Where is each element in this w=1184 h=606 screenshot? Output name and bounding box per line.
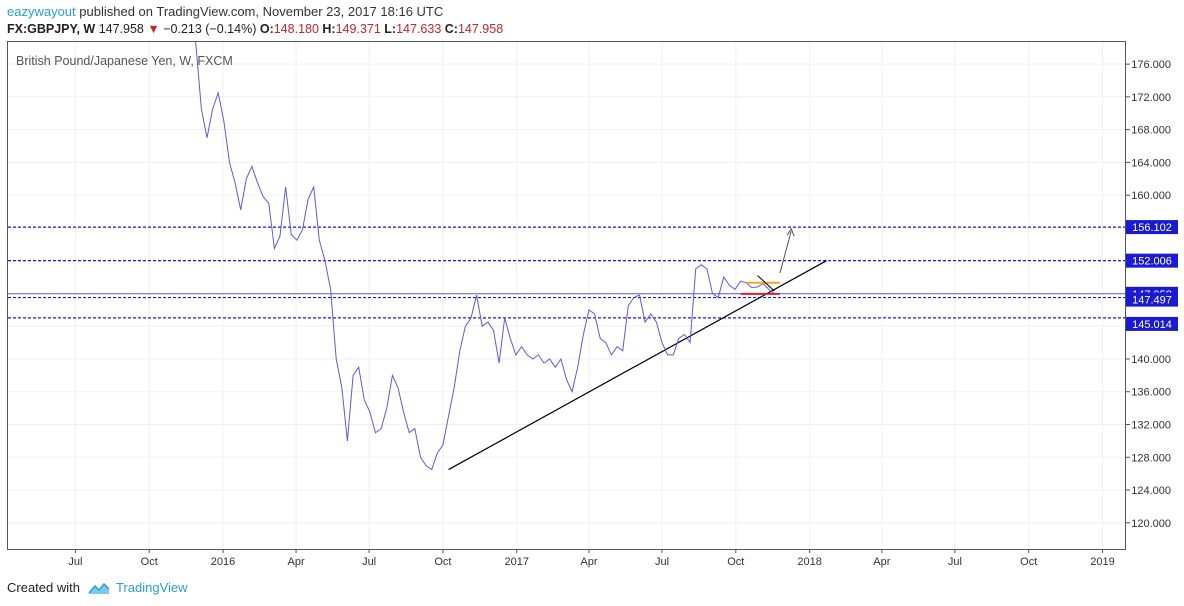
price-level-label: 147.497 xyxy=(1132,295,1172,307)
trend-line xyxy=(448,260,827,471)
price-series-line xyxy=(194,42,775,471)
footer: Created with TradingView xyxy=(7,580,188,595)
x-tick-label: Apr xyxy=(873,556,890,568)
y-tick-label: 164.000 xyxy=(1131,157,1171,169)
x-tick-label: Apr xyxy=(288,556,305,568)
x-tick-label: Oct xyxy=(1020,556,1037,568)
x-tick-label: Jul xyxy=(362,556,376,568)
x-tick-label: 2016 xyxy=(211,556,235,568)
y-tick-label: 136.000 xyxy=(1131,387,1171,399)
y-tick-label: 160.000 xyxy=(1131,190,1171,202)
y-tick-label: 168.000 xyxy=(1131,125,1171,137)
y-tick-label: 176.000 xyxy=(1131,59,1171,71)
y-tick-label: 124.000 xyxy=(1131,485,1171,497)
x-tick-label: 2017 xyxy=(505,556,529,568)
x-tick-label: Oct xyxy=(727,556,744,568)
x-tick-label: Oct xyxy=(141,556,158,568)
price-chart[interactable]: 176.000172.000168.000164.000160.000156.0… xyxy=(0,0,1184,570)
y-tick-label: 128.000 xyxy=(1131,452,1171,464)
x-tick-label: Oct xyxy=(434,556,451,568)
projection-arrow xyxy=(779,231,792,274)
x-tick-label: Jul xyxy=(655,556,669,568)
y-tick-label: 172.000 xyxy=(1131,92,1171,104)
price-level-label: 156.102 xyxy=(1132,222,1172,234)
y-tick-label: 120.000 xyxy=(1131,518,1171,530)
tradingview-logo-icon xyxy=(88,582,110,594)
y-tick-label: 140.000 xyxy=(1131,354,1171,366)
x-tick-label: 2018 xyxy=(797,556,821,568)
price-level-label: 145.014 xyxy=(1132,319,1172,331)
created-with-text: Created with xyxy=(7,580,80,595)
price-level-label: 152.006 xyxy=(1132,256,1172,268)
x-tick-label: Apr xyxy=(580,556,597,568)
x-tick-label: 2019 xyxy=(1090,556,1114,568)
x-tick-label: Jul xyxy=(948,556,962,568)
tradingview-brand: TradingView xyxy=(115,580,188,595)
chart-title: British Pound/Japanese Yen, W, FXCM xyxy=(16,54,233,68)
tradingview-link[interactable]: TradingView xyxy=(88,580,188,595)
x-tick-label: Jul xyxy=(68,556,82,568)
y-tick-label: 132.000 xyxy=(1131,420,1171,432)
